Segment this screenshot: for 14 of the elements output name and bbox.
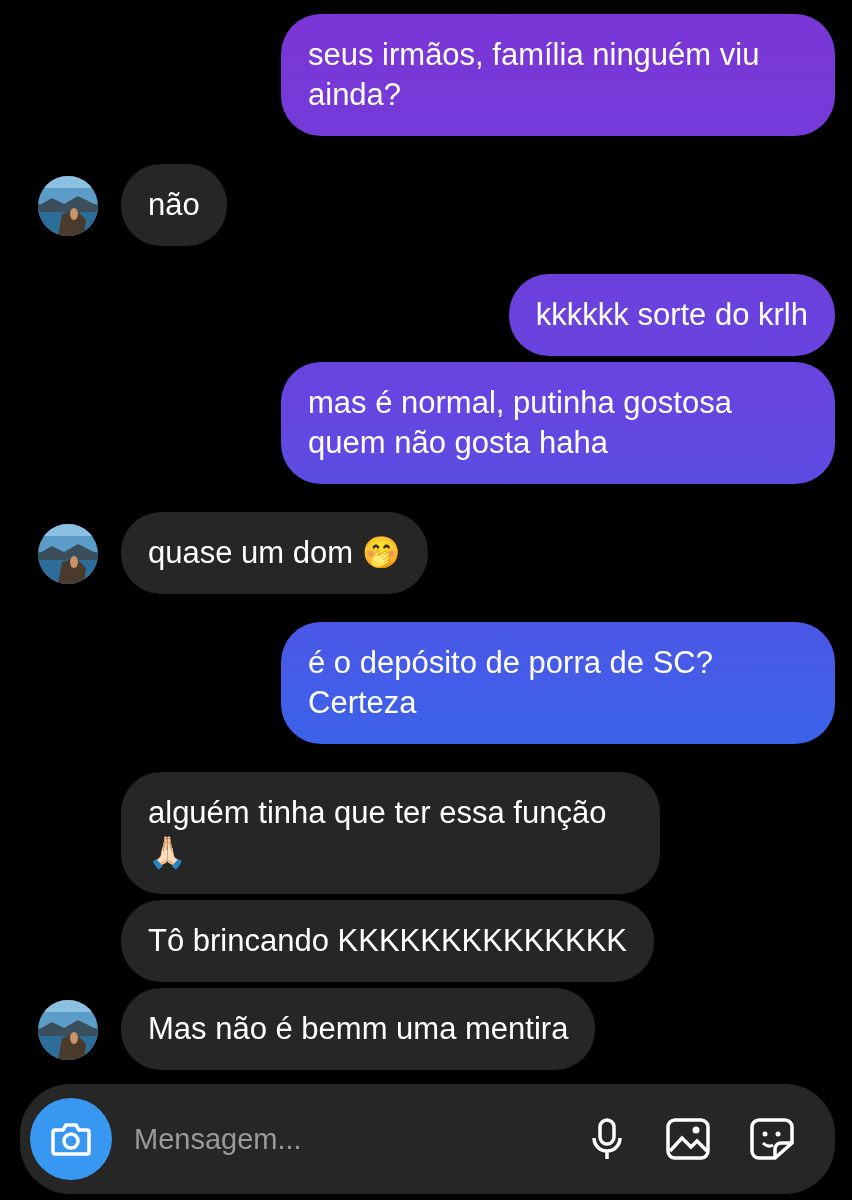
- camera-button[interactable]: [30, 1098, 112, 1180]
- message-bubble: Mas não é bemm uma mentira: [121, 988, 596, 1070]
- message-bubble: seus irmãos, família ninguém viu ainda?: [281, 14, 835, 136]
- message-bubble: é o depósito de porra de SC? Certeza: [281, 622, 835, 744]
- message-bubble: kkkkkk sorte do krlh: [508, 274, 835, 356]
- image-icon[interactable]: [665, 1117, 711, 1161]
- camera-icon: [51, 1122, 91, 1156]
- message-bubble: quase um dom 🤭: [121, 512, 428, 594]
- sticker-icon[interactable]: [749, 1117, 795, 1161]
- message-bubble: alguém tinha que ter essa função 🙏🏻: [121, 772, 660, 894]
- message-field[interactable]: Mensagem...: [132, 1121, 549, 1157]
- message-bubble: Tô brincando KKKKKKKKKKKKKK: [121, 900, 655, 982]
- message-bubble: mas é normal, putinha gostosa quem não gosta haha: [281, 362, 835, 484]
- message-bubble: não: [121, 164, 227, 246]
